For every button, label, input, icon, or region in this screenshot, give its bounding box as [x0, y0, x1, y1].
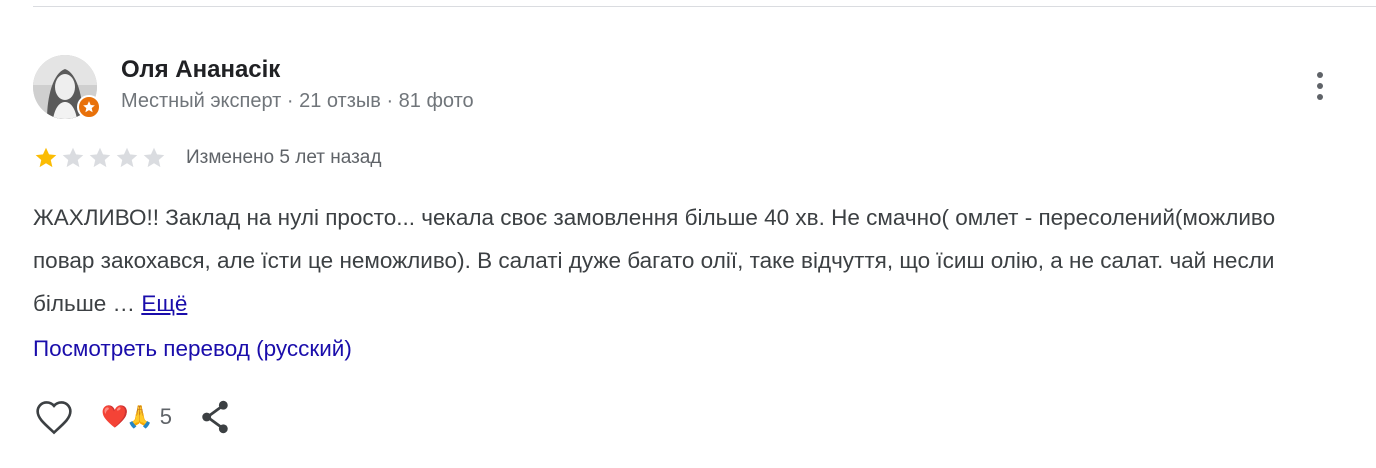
review-text: ЖАХЛИВО!! Заклад на нулі просто... чекал… [33, 196, 1333, 325]
star-empty-icon [89, 147, 111, 168]
top-divider [33, 6, 1376, 7]
reactions-button[interactable]: ❤️🙏 5 [101, 404, 172, 430]
author-meta: Местный эксперт · 21 отзыв · 81 фото [121, 90, 474, 112]
rating-row: Изменено 5 лет назад [33, 144, 381, 172]
author-name[interactable]: Оля Ананасік [121, 56, 280, 84]
edited-timestamp: Изменено 5 лет назад [186, 147, 382, 168]
reaction-count: 5 [159, 404, 173, 429]
star-empty-icon [143, 147, 165, 168]
more-vert-icon[interactable] [1300, 64, 1340, 108]
more-link[interactable]: Ещё [141, 291, 187, 316]
star-rating [33, 145, 167, 171]
review-actions: ❤️🙏 5 [33, 396, 236, 438]
local-guide-badge-icon [77, 95, 101, 119]
star-empty-icon [116, 147, 138, 168]
share-icon[interactable] [194, 396, 236, 438]
star-filled-icon [35, 147, 57, 168]
review-body: ЖАХЛИВО!! Заклад на нулі просто... чекал… [33, 205, 1276, 316]
heart-outline-icon[interactable] [33, 396, 75, 438]
translate-link[interactable]: Посмотреть перевод (русский) [33, 336, 352, 362]
reaction-emojis: ❤️🙏 [101, 404, 154, 430]
star-empty-icon [62, 147, 84, 168]
author-avatar[interactable] [33, 55, 101, 119]
